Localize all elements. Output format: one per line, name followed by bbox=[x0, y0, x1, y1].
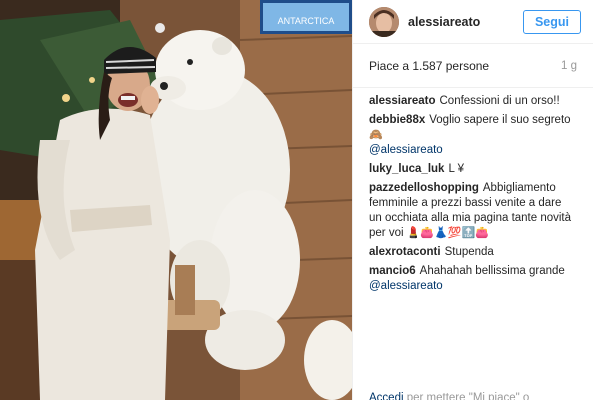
comment-item: pazzedelloshopping Abbigliamento femminil… bbox=[369, 181, 577, 241]
comment-mention[interactable]: @alessiareato bbox=[369, 144, 443, 156]
comment-item: debbie88x Voglio sapere il suo segreto 🙈 @… bbox=[369, 113, 577, 158]
comment-text: Ahahahah bellissima grande bbox=[419, 265, 565, 277]
comment-item: luky_luca_luk L ¥ bbox=[369, 162, 577, 177]
post-photo[interactable]: ANTARCTICA bbox=[0, 0, 352, 400]
likes-row: Piace a 1.587 persone 1 g bbox=[353, 44, 593, 88]
comment-user[interactable]: pazzedelloshopping bbox=[369, 182, 479, 194]
post-header: alessiareato Segui bbox=[353, 0, 593, 44]
comment-emoji: 🙈 bbox=[369, 129, 383, 141]
avatar-image bbox=[369, 6, 399, 37]
comment-user[interactable]: mancio6 bbox=[369, 265, 416, 277]
comment-user[interactable]: alexrotaconti bbox=[369, 246, 441, 258]
login-link[interactable]: Accedi bbox=[369, 392, 404, 400]
owner-avatar[interactable] bbox=[369, 6, 399, 37]
comment-emoji: 💄👛👗💯🔝👛 bbox=[406, 227, 489, 239]
comment-text: Stupenda bbox=[444, 246, 494, 258]
comment-text: L ¥ bbox=[448, 163, 464, 175]
post-time[interactable]: 1 g bbox=[561, 60, 577, 72]
follow-button[interactable]: Segui bbox=[522, 9, 581, 34]
comment-text: Voglio sapere il suo segreto bbox=[429, 114, 571, 126]
comment-item: alexrotaconti Stupenda bbox=[369, 245, 577, 260]
comment-user[interactable]: luky_luca_luk bbox=[369, 163, 444, 175]
login-prompt-text: per mettere "Mi piace" o bbox=[406, 392, 530, 400]
likes-count[interactable]: Piace a 1.587 persone bbox=[369, 59, 561, 73]
comment-text: Confessioni di un orso!! bbox=[439, 95, 560, 107]
post-side-panel: alessiareato Segui Piace a 1.587 persone… bbox=[352, 0, 593, 400]
photo-sign-text: ANTARCTICA bbox=[278, 16, 335, 26]
owner-username[interactable]: alessiareato bbox=[408, 15, 523, 29]
photo-illustration: ANTARCTICA bbox=[0, 0, 352, 400]
comment-user[interactable]: alessiareato bbox=[369, 95, 436, 107]
login-prompt: Accedi per mettere "Mi piace" o bbox=[369, 392, 593, 400]
comments-list: alessiareato Confessioni di un orso!! deb… bbox=[353, 88, 593, 294]
comment-mention[interactable]: @alessiareato bbox=[369, 280, 443, 292]
comment-user[interactable]: debbie88x bbox=[369, 114, 425, 126]
comment-item: mancio6 Ahahahah bellissima grande @aless… bbox=[369, 264, 577, 294]
comment-item: alessiareato Confessioni di un orso!! bbox=[369, 94, 577, 109]
